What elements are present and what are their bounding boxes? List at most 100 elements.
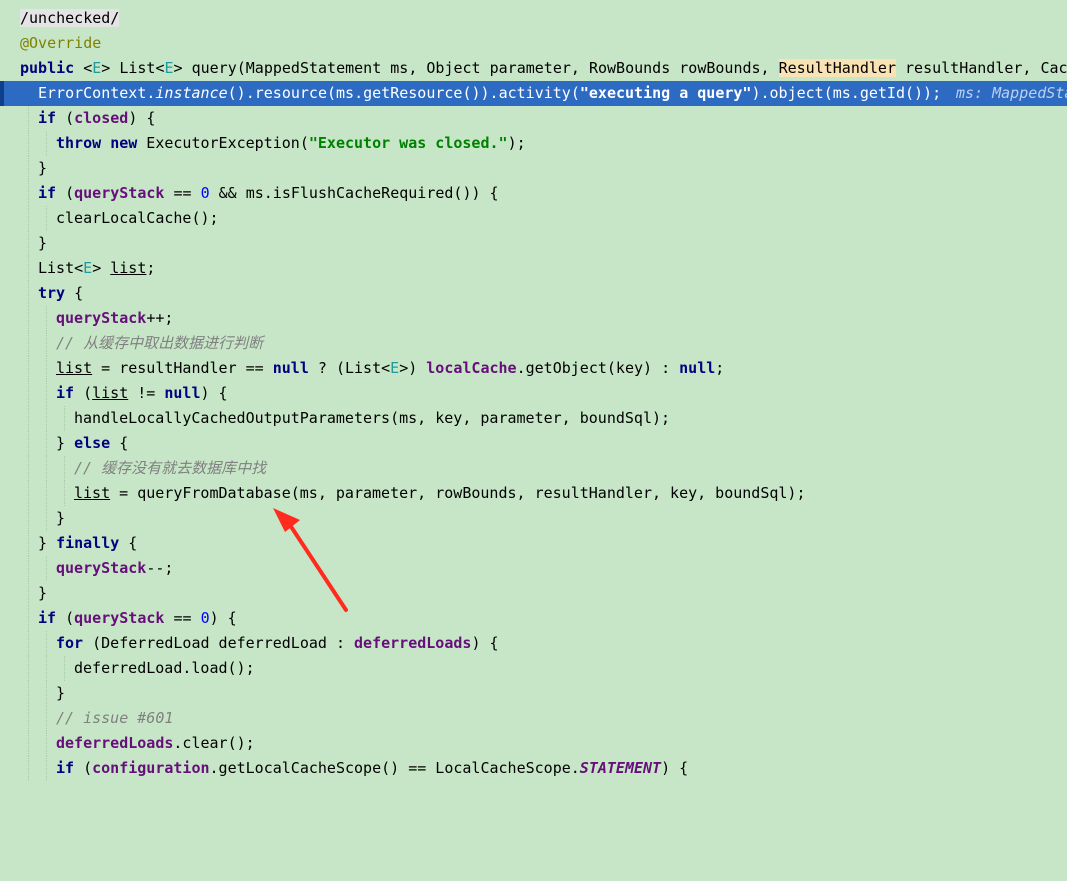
keyword: if <box>38 184 57 202</box>
code-line[interactable]: clearLocalCache(); <box>0 206 1067 231</box>
keyword: finally <box>56 534 120 552</box>
code-line-comment[interactable]: // issue #601 <box>0 706 1067 731</box>
indent-guide <box>28 131 30 156</box>
code-line[interactable]: @Override <box>0 31 1067 56</box>
code-text: .getLocalCacheScope() == LocalCacheScope… <box>209 759 580 777</box>
indent-guide <box>28 406 30 431</box>
indent-guide <box>28 631 30 656</box>
code-line-comment[interactable]: // 从缓存中取出数据进行判断 <box>0 331 1067 356</box>
code-text: ); <box>507 134 526 152</box>
code-line[interactable]: } <box>0 231 1067 256</box>
code-line[interactable]: deferredLoads.clear(); <box>0 731 1067 756</box>
indent-guide <box>46 706 48 731</box>
code-line[interactable]: } <box>0 681 1067 706</box>
code-editor[interactable]: /unchecked/ @Override public <E> List<E>… <box>0 0 1067 781</box>
code-text: ( <box>74 384 93 402</box>
indent-guide <box>46 206 48 231</box>
code-line-comment[interactable]: // 缓存没有就去数据库中找 <box>0 456 1067 481</box>
code-line[interactable]: } <box>0 581 1067 606</box>
indent-guide <box>46 431 48 456</box>
code-line[interactable]: handleLocallyCachedOutputParameters(ms, … <box>0 406 1067 431</box>
code-line[interactable]: queryStack++; <box>0 306 1067 331</box>
code-line[interactable]: /unchecked/ <box>0 6 1067 31</box>
code-text: } <box>38 234 48 252</box>
code-line-method-signature[interactable]: public <E> List<E> query(MappedStatement… <box>0 56 1067 81</box>
code-line[interactable]: if (closed) { <box>0 106 1067 131</box>
indent-guide <box>28 606 30 631</box>
indent-guide <box>46 656 48 681</box>
indent-guide <box>28 356 30 381</box>
code-line[interactable]: } finally { <box>0 531 1067 556</box>
code-line[interactable]: if (list != null) { <box>0 381 1067 406</box>
field-ref: queryStack <box>74 609 165 627</box>
code-text: > query(MappedStatement ms, Object param… <box>173 59 779 77</box>
indent-guide <box>28 381 30 406</box>
code-text: ExecutorException( <box>137 134 309 152</box>
indent-guide <box>28 756 30 781</box>
code-text: resultHandler, Cach <box>896 59 1067 77</box>
code-line[interactable]: if (queryStack == 0) { <box>0 606 1067 631</box>
code-line[interactable]: if (queryStack == 0 && ms.isFlushCacheRe… <box>0 181 1067 206</box>
code-line[interactable]: } <box>0 506 1067 531</box>
indent-guide <box>64 656 66 681</box>
code-text: = resultHandler == <box>92 359 273 377</box>
variable-ref: list <box>74 484 111 502</box>
code-text: ) { <box>200 384 228 402</box>
indent-guide <box>28 106 30 131</box>
indent-guide <box>28 556 30 581</box>
indent-guide <box>46 731 48 756</box>
code-text: } <box>56 509 66 527</box>
code-line[interactable]: queryStack--; <box>0 556 1067 581</box>
comment-text: // 缓存没有就去数据库中找 <box>74 459 267 477</box>
string-literal: "Executor was closed." <box>308 134 508 152</box>
code-text: } <box>56 684 66 702</box>
code-text: && ms.isFlushCacheRequired()) { <box>209 184 499 202</box>
keyword: null <box>272 359 309 377</box>
type-param: E <box>164 59 174 77</box>
debug-inline-value: ms: MappedSta <box>956 84 1067 102</box>
code-text: ( <box>56 109 75 127</box>
indent-guide <box>46 631 48 656</box>
indent-guide <box>28 581 30 606</box>
code-line[interactable]: } <box>0 156 1067 181</box>
indent-guide <box>28 231 30 256</box>
keyword: try <box>38 284 66 302</box>
code-line-selected[interactable]: ErrorContext.instance().resource(ms.getR… <box>0 81 1067 106</box>
code-line[interactable]: deferredLoad.load(); <box>0 656 1067 681</box>
override-annotation: @Override <box>20 34 102 52</box>
code-line[interactable]: for (DeferredLoad deferredLoad : deferre… <box>0 631 1067 656</box>
indent-guide <box>28 731 30 756</box>
type-param: E <box>390 359 400 377</box>
code-text: ).object(ms.getId()); <box>751 84 942 102</box>
number-literal: 0 <box>200 184 210 202</box>
indent-guide <box>28 281 30 306</box>
indent-guide <box>46 306 48 331</box>
field-ref: deferredLoads <box>354 634 472 652</box>
code-line[interactable]: } else { <box>0 431 1067 456</box>
field-ref: queryStack <box>56 559 147 577</box>
execution-point-marker <box>0 81 4 106</box>
keyword: for <box>56 634 84 652</box>
code-line[interactable]: list = resultHandler == null ? (List<E>)… <box>0 356 1067 381</box>
keyword: else <box>74 434 111 452</box>
code-line[interactable]: List<E> list; <box>0 256 1067 281</box>
field-ref: configuration <box>92 759 210 777</box>
highlighted-type[interactable]: ResultHandler <box>778 59 896 77</box>
code-text: ErrorContext. <box>38 84 156 102</box>
code-line[interactable]: list = queryFromDatabase(ms, parameter, … <box>0 481 1067 506</box>
indent-guide <box>46 406 48 431</box>
code-text: { <box>110 434 129 452</box>
comment-text: // 从缓存中取出数据进行判断 <box>56 334 264 352</box>
code-text: } <box>38 584 48 602</box>
indent-guide <box>28 306 30 331</box>
code-text: ( <box>56 184 75 202</box>
code-line[interactable]: try { <box>0 281 1067 306</box>
code-line[interactable]: if (configuration.getLocalCacheScope() =… <box>0 756 1067 781</box>
indent-guide <box>46 506 48 531</box>
code-text: ++; <box>146 309 174 327</box>
indent-guide <box>28 531 30 556</box>
indent-guide <box>28 256 30 281</box>
field-ref: closed <box>74 109 129 127</box>
code-line[interactable]: throw new ExecutorException("Executor wa… <box>0 131 1067 156</box>
indent-guide <box>28 431 30 456</box>
